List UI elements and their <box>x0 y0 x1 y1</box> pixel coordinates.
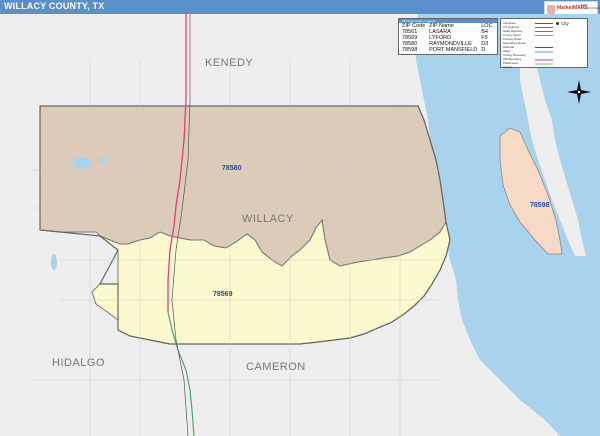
legend-row: 78598 PORT MANSFIELD D <box>400 47 495 53</box>
lake-north <box>72 157 92 169</box>
legend-table: ZIP Code ZIP Name LOC 78561 LASARA B4 78… <box>400 23 495 53</box>
legend-loc: D <box>481 47 486 53</box>
north-arrow-icon <box>567 80 591 104</box>
county-label-hidalgo: HIDALGO <box>52 357 105 369</box>
city-dot-icon <box>556 22 559 25</box>
key-swatch <box>535 23 553 24</box>
map-key: City Interstate US Highway State Highway… <box>500 18 588 69</box>
logo-sub-text: MAP RESOURCES <box>581 3 600 10</box>
key-swatch <box>535 27 553 28</box>
map-title: WILLACY COUNTY, TX <box>4 1 105 11</box>
legend-name: PORT MANSFIELD <box>429 47 478 53</box>
county-label-willacy: WILLACY <box>242 213 294 225</box>
county-map: KENEDY WILLACY HIDALGO CAMERON 78580 785… <box>0 14 600 436</box>
zip-label-78580: 78580 <box>222 165 242 172</box>
county-label-kenedy: KENEDY <box>205 57 253 69</box>
key-swatch <box>535 51 553 53</box>
key-swatch <box>535 59 553 61</box>
key-swatch <box>535 47 553 48</box>
zip-label-78598: 78598 <box>530 202 550 209</box>
zip-label-78569: 78569 <box>213 291 233 298</box>
key-item: Airport <box>503 65 512 69</box>
key-swatch <box>535 31 553 32</box>
key-swatch <box>535 63 553 65</box>
key-swatch <box>535 35 553 36</box>
county-label-cameron: CAMERON <box>246 361 306 373</box>
lake-west <box>51 254 57 270</box>
title-bar: WILLACY COUNTY, TX <box>0 0 600 14</box>
map-frame: WILLACY COUNTY, TX 2020 ZIP Code Color/C… <box>0 0 600 436</box>
zip-legend: ZIP Code Index / Legend ZIP Code ZIP Nam… <box>398 18 498 55</box>
legend-zip: 78598 <box>402 47 418 53</box>
lake-small <box>98 157 106 163</box>
key-city-label: City <box>561 21 569 26</box>
logo-mark-icon <box>547 5 555 14</box>
